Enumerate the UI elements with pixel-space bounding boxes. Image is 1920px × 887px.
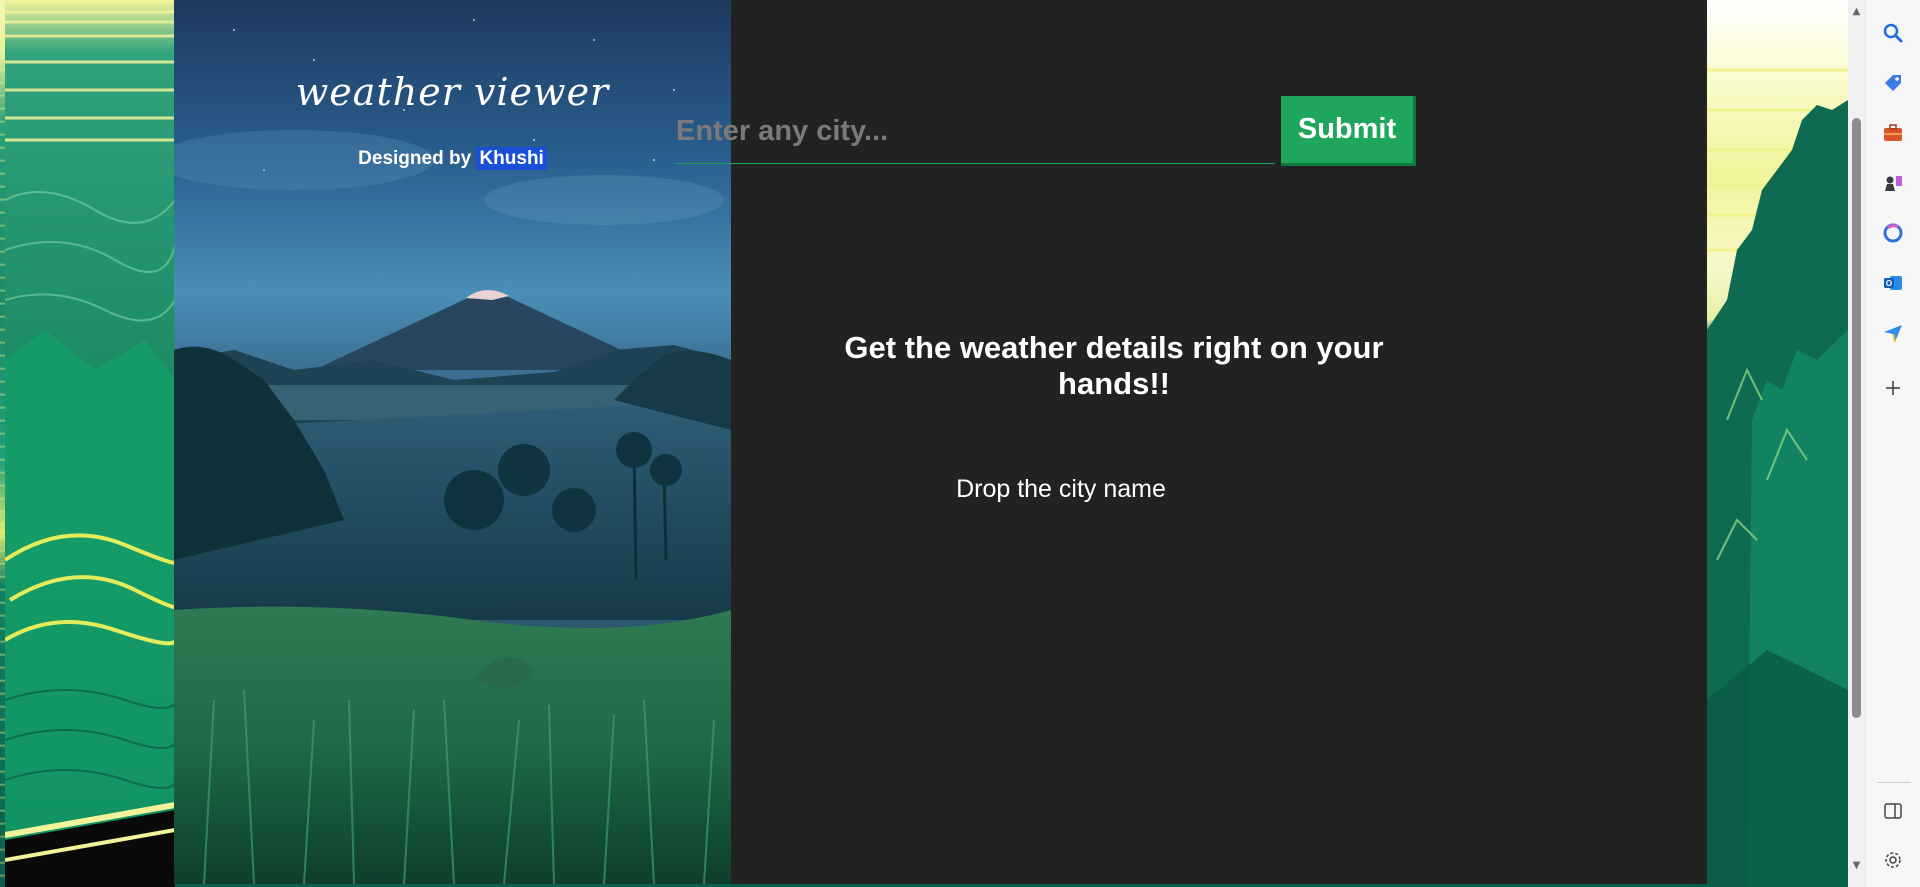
svg-text:O: O — [1886, 279, 1892, 288]
search-icon[interactable] — [1878, 18, 1908, 48]
credit-author-name: Khushi — [476, 147, 547, 170]
split-screen-icon[interactable] — [1878, 796, 1908, 826]
mountain-landscape-image — [174, 0, 731, 884]
scroll-up-arrow-icon[interactable]: ▲ — [1848, 4, 1865, 20]
right-background-illustration — [1707, 0, 1848, 887]
sidebar-divider — [1877, 782, 1911, 783]
submit-button[interactable]: Submit — [1281, 96, 1416, 166]
tagline-heading: Get the weather details right on your ha… — [844, 330, 1384, 401]
page-background: weather viewer Designed by Khushi Submit… — [0, 0, 1848, 887]
page-scrollbar[interactable]: ▲ ▼ — [1848, 0, 1865, 887]
city-hint-text: Drop the city name — [956, 475, 1166, 503]
scrollbar-thumb[interactable] — [1852, 118, 1861, 718]
city-search-input[interactable] — [676, 104, 1275, 164]
hero-image-panel: weather viewer Designed by Khushi — [174, 0, 731, 884]
browser-sidebar: O — [1865, 0, 1920, 887]
designer-credit: Designed by Khushi — [174, 147, 731, 170]
briefcase-icon[interactable] — [1878, 118, 1908, 148]
add-icon[interactable] — [1878, 373, 1908, 403]
scroll-down-arrow-icon[interactable]: ▼ — [1848, 858, 1865, 874]
credit-prefix: Designed by — [358, 148, 472, 169]
tag-icon[interactable] — [1878, 68, 1908, 98]
games-icon[interactable] — [1878, 168, 1908, 198]
left-background-illustration — [5, 0, 175, 887]
copilot-icon[interactable] — [1878, 218, 1908, 248]
settings-icon[interactable] — [1878, 845, 1908, 875]
app-title: weather viewer — [295, 70, 610, 114]
outlook-icon[interactable]: O — [1878, 268, 1908, 298]
send-icon[interactable] — [1878, 318, 1908, 348]
